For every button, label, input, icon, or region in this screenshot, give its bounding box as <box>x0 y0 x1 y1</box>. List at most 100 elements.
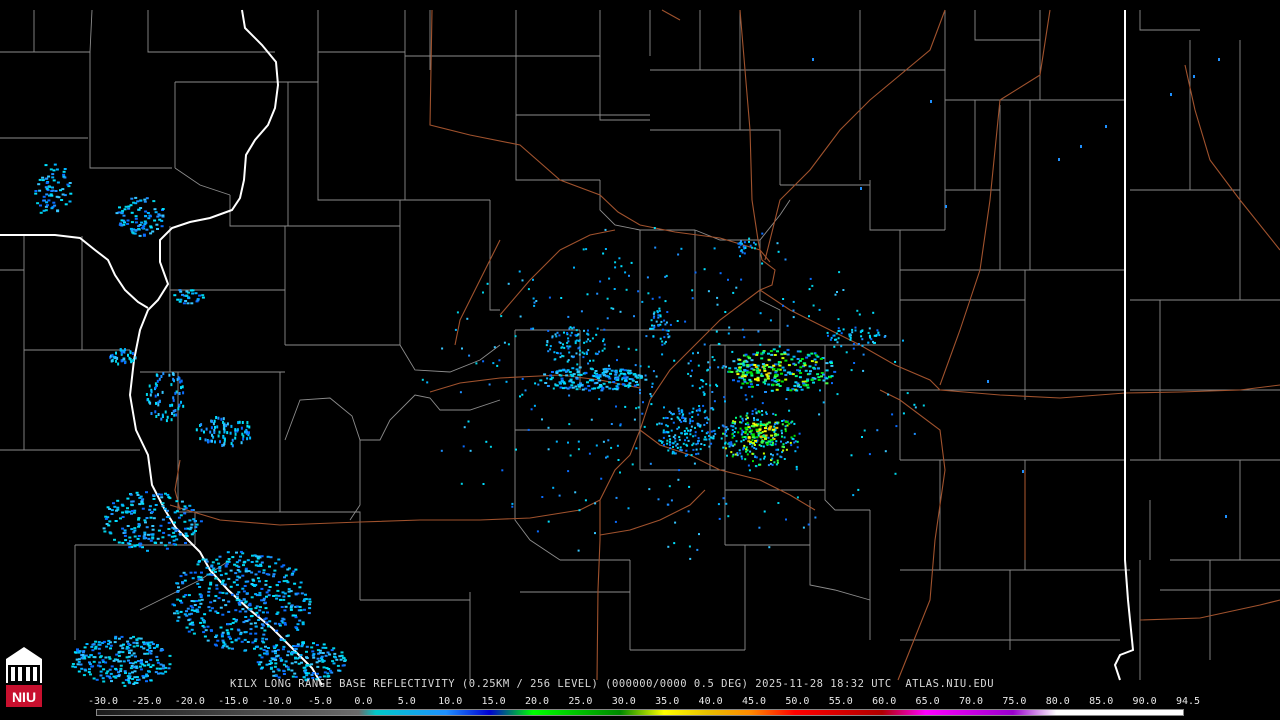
echo-pixel <box>217 416 220 420</box>
echo-pixel <box>52 169 56 172</box>
echo-pixel <box>56 209 60 212</box>
echo-pixel <box>124 205 128 208</box>
echo-pixel <box>549 345 552 348</box>
legend-label: -10.0 <box>261 696 292 707</box>
echo-pixel <box>172 531 176 534</box>
echo-pixel <box>176 619 180 622</box>
echo-pixel <box>147 641 151 644</box>
echo-pixel <box>723 396 726 399</box>
echo-pixel <box>728 441 731 444</box>
echo-pixel <box>692 448 695 451</box>
echo-pixel <box>748 430 752 433</box>
echo-pixel <box>265 653 269 656</box>
echo-pixel <box>234 609 238 612</box>
echo-pixel <box>567 337 570 340</box>
echo-pixel <box>575 329 578 332</box>
echo-pixel <box>604 228 607 231</box>
echo-pixel <box>539 379 543 382</box>
echo-pixel <box>157 672 160 675</box>
echo-pixel <box>716 296 719 299</box>
echo-pixel <box>139 542 143 545</box>
echo-pixel <box>249 622 253 625</box>
echo-pixel <box>123 684 127 687</box>
echo-pixel <box>705 416 708 419</box>
echo-pixel <box>741 362 745 365</box>
echo-pixel <box>61 188 65 191</box>
echo-pixel <box>740 375 744 378</box>
echo-pixel <box>606 455 609 458</box>
echo-pixel <box>658 439 661 442</box>
echo-pixel <box>34 190 38 192</box>
echo-pixel <box>635 407 638 410</box>
echo-pixel <box>568 351 571 354</box>
echo-pixel <box>616 379 620 381</box>
echo-pixel <box>594 532 596 535</box>
echo-pixel <box>684 439 686 442</box>
echo-pixel <box>610 423 613 425</box>
echo-pixel <box>300 661 303 664</box>
echo-pixel <box>220 633 224 636</box>
echo-pixel <box>160 225 164 228</box>
echo-pixel <box>466 317 469 320</box>
echo-pixel <box>113 641 117 644</box>
echo-pixel <box>116 356 119 360</box>
echo-pixel <box>595 444 598 447</box>
echo-pixel <box>759 435 763 438</box>
echo-pixel <box>146 212 150 214</box>
echo-pixel <box>196 299 200 302</box>
echo-pixel <box>265 573 269 576</box>
echo-pixel <box>293 582 297 585</box>
echo-pixel <box>131 352 134 355</box>
echo-pixel <box>144 215 148 217</box>
echo-pixel <box>559 356 562 359</box>
echo-pixel <box>732 425 735 428</box>
echo-pixel <box>501 469 504 472</box>
echo-pixel <box>670 412 672 415</box>
legend-label: 70.0 <box>958 696 984 707</box>
echo-pixel <box>330 671 334 674</box>
echo-pixel <box>90 645 94 648</box>
echo-pixel <box>661 328 664 331</box>
echo-pixel <box>223 643 227 646</box>
echo-pixel <box>39 211 43 214</box>
echo-pixel <box>227 600 231 603</box>
echo-pixel <box>837 337 840 340</box>
echo-pixel <box>1193 75 1195 78</box>
echo-pixel <box>253 640 257 643</box>
echo-pixel <box>164 544 168 547</box>
echo-pixel <box>244 610 248 613</box>
echo-pixel <box>782 298 785 300</box>
echo-pixel <box>783 351 787 354</box>
echo-pixel <box>568 345 571 348</box>
echo-pixel <box>763 455 766 458</box>
echo-pixel <box>190 302 194 305</box>
echo-pixel <box>214 440 216 444</box>
echo-pixel <box>214 570 217 573</box>
echo-pixel <box>643 425 646 428</box>
echo-pixel <box>136 660 140 662</box>
echo-pixel <box>605 385 609 388</box>
echo-pixel <box>339 658 343 661</box>
echo-pixel <box>550 376 554 379</box>
echo-pixel <box>533 404 536 407</box>
echo-pixel <box>167 534 171 537</box>
echo-pixel <box>603 347 606 350</box>
echo-pixel <box>340 654 344 657</box>
echo-pixel <box>614 266 617 269</box>
echo-pixel <box>699 425 702 428</box>
echo-pixel <box>770 438 774 441</box>
echo-pixel <box>560 377 564 380</box>
echo-pixel <box>265 638 268 641</box>
echo-pixel <box>102 668 106 671</box>
echo-pixel <box>741 432 744 435</box>
echo-pixel <box>237 591 241 594</box>
echo-pixel <box>761 351 765 354</box>
echo-pixel <box>598 350 601 353</box>
echo-pixel <box>775 388 779 391</box>
echo-pixel <box>746 421 749 424</box>
echo-pixel <box>708 434 710 437</box>
echo-pixel <box>179 514 183 517</box>
echo-pixel <box>778 345 781 348</box>
echo-pixel <box>187 594 191 597</box>
echo-pixel <box>658 422 661 425</box>
